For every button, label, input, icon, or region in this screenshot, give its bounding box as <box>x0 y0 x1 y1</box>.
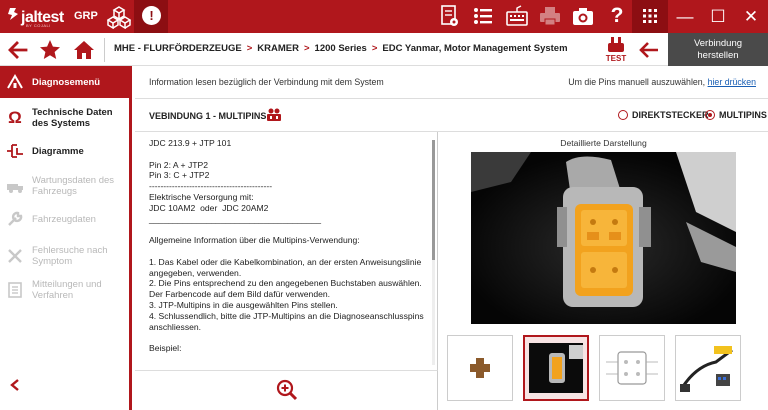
truck-icon <box>6 177 24 195</box>
sidebar-item-diagramme[interactable]: Diagramme <box>0 140 129 162</box>
instructions-text: JDC 213.9 + JTP 101 Pin 2: A + JTP2 Pin … <box>149 138 424 354</box>
connector-photo <box>471 152 736 324</box>
zoom-bar <box>135 370 438 410</box>
test-label: TEST <box>606 54 627 63</box>
breadcrumb-divider <box>104 38 105 62</box>
info-bar: Information lesen bezüglich der Verbindu… <box>135 66 768 99</box>
top-bar: jaltest BY COJALI GRP ! ? — ☐ ✕ <box>0 0 768 33</box>
add-thumbnail[interactable] <box>447 335 513 401</box>
sidebar-item-wartungsdaten: Wartungsdaten des Fahrzeugs <box>0 170 129 202</box>
diagram-icon <box>6 142 24 160</box>
breadcrumb-item[interactable]: KRAMER <box>257 43 299 54</box>
document-icon[interactable] <box>436 3 462 29</box>
connection-bar: VEBINDUNG 1 - MULTIPINS DIREKTSTECKER MU… <box>135 99 768 132</box>
connection-title: VEBINDUNG 1 - MULTIPINS <box>149 111 267 121</box>
logo-subtext: BY COJALI <box>26 23 51 28</box>
sidebar-item-fehlersuche: Fehlersuche nach Symptom <box>0 240 129 272</box>
sidebar-item-label: Wartungsdaten des Fahrzeugs <box>32 175 115 197</box>
cable-thumbnail[interactable] <box>675 335 741 401</box>
instructions-pane: JDC 213.9 + JTP 101 Pin 2: A + JTP2 Pin … <box>135 132 438 370</box>
sidebar-item-mitteilungen: Mitteilungen und Verfahren <box>0 274 129 306</box>
apps-button[interactable] <box>632 0 668 33</box>
minimize-button[interactable]: — <box>668 0 702 33</box>
connect-button-line1: Verbindung <box>693 38 743 49</box>
keyboard-icon[interactable] <box>504 3 530 29</box>
back-arrow-icon[interactable] <box>6 38 30 62</box>
omega-icon: Ω <box>8 108 22 127</box>
list-icon[interactable] <box>470 3 496 29</box>
favorites-star-icon[interactable] <box>38 38 62 62</box>
connector-photo-thumbnail[interactable] <box>523 335 589 401</box>
breadcrumb: MHE - FLURFÖRDERZEUGE > KRAMER >1200 Series… <box>114 43 568 54</box>
grp-label[interactable]: GRP <box>74 10 98 22</box>
breadcrumb-separator: > <box>246 43 253 54</box>
breadcrumb-bar: MHE - FLURFÖRDERZEUGE > KRAMER >1200 Series… <box>0 33 768 66</box>
breadcrumb-separator: > <box>303 43 310 54</box>
grid-icon <box>643 9 657 23</box>
sidebar-item-label: Diagnosemenü <box>32 76 101 88</box>
alert-icon: ! <box>142 6 161 25</box>
zoom-in-icon[interactable] <box>276 379 298 401</box>
tools-icon <box>6 247 24 265</box>
connect-button-line2: herstellen <box>697 50 739 61</box>
manual-pins-link[interactable]: hier drücken <box>708 77 756 87</box>
manual-pins-text: Um die Pins manuell auszuwählen, <box>568 77 708 87</box>
document-list-icon <box>6 281 24 299</box>
info-text: Information lesen bezüglich der Verbindu… <box>149 77 384 87</box>
breadcrumb-separator: > <box>371 43 378 54</box>
image-pane: Detaillierte Darstellung <box>439 132 768 410</box>
sidebar-collapse-chevron-icon[interactable] <box>8 378 22 392</box>
radio-label: DIREKTSTECKER <box>632 110 709 120</box>
camera-icon[interactable] <box>570 3 596 29</box>
plus-icon <box>470 358 490 378</box>
breadcrumb-item[interactable]: MHE - FLURFÖRDERZEUGE <box>114 43 242 54</box>
help-icon[interactable]: ? <box>604 3 630 29</box>
image-caption: Detaillierte Darstellung <box>560 138 647 148</box>
radio-direktstecker[interactable]: DIREKTSTECKER <box>618 110 709 120</box>
maximize-button[interactable]: ☐ <box>701 0 735 33</box>
test-icon[interactable]: TEST <box>604 37 628 63</box>
sidebar-item-label: Mitteilungen und Verfahren <box>32 279 102 301</box>
radio-dot-selected <box>705 110 715 120</box>
close-button[interactable]: ✕ <box>734 0 768 33</box>
connect-button[interactable]: Verbindung herstellen <box>668 33 768 66</box>
sidebar-item-fahrzeugdaten: Fahrzeugdaten <box>0 208 129 230</box>
cubes-icon[interactable] <box>107 5 131 29</box>
sidebar-item-diagnosemenu[interactable]: Diagnosemenü <box>0 66 129 98</box>
manual-pins-hint: Um die Pins manuell auszuwählen, hier dr… <box>568 77 756 87</box>
scrollbar-thumb[interactable] <box>432 140 435 260</box>
multipins-icon <box>267 108 281 121</box>
connection-arrow-icon[interactable] <box>638 39 660 61</box>
home-icon[interactable] <box>72 38 96 62</box>
sidebar-item-label: Technische Daten des Systems <box>32 107 113 129</box>
sidebar-item-label: Diagramme <box>32 145 84 157</box>
jaltest-logo: jaltest BY COJALI <box>6 6 64 28</box>
sidebar-item-label: Fehlersuche nach Symptom <box>32 245 108 267</box>
sidebar-item-label: Fahrzeugdaten <box>32 213 96 225</box>
radio-dot <box>618 110 628 120</box>
sidebar-item-technische-daten[interactable]: Ω Technische Daten des Systems <box>0 102 129 134</box>
breadcrumb-item[interactable]: EDC Yanmar, Motor Management System <box>382 43 567 54</box>
alert-button[interactable]: ! <box>134 0 168 33</box>
pinout-diagram-thumbnail[interactable] <box>599 335 665 401</box>
diagnosis-icon <box>6 73 24 91</box>
wrench-icon <box>6 210 24 228</box>
radio-multipins[interactable]: MULTIPINS <box>705 110 767 120</box>
printer-icon <box>540 7 560 26</box>
radio-label: MULTIPINS <box>719 110 767 120</box>
breadcrumb-item[interactable]: 1200 Series <box>315 43 367 54</box>
sidebar: Diagnosemenü Ω Technische Daten des Syst… <box>0 66 132 410</box>
